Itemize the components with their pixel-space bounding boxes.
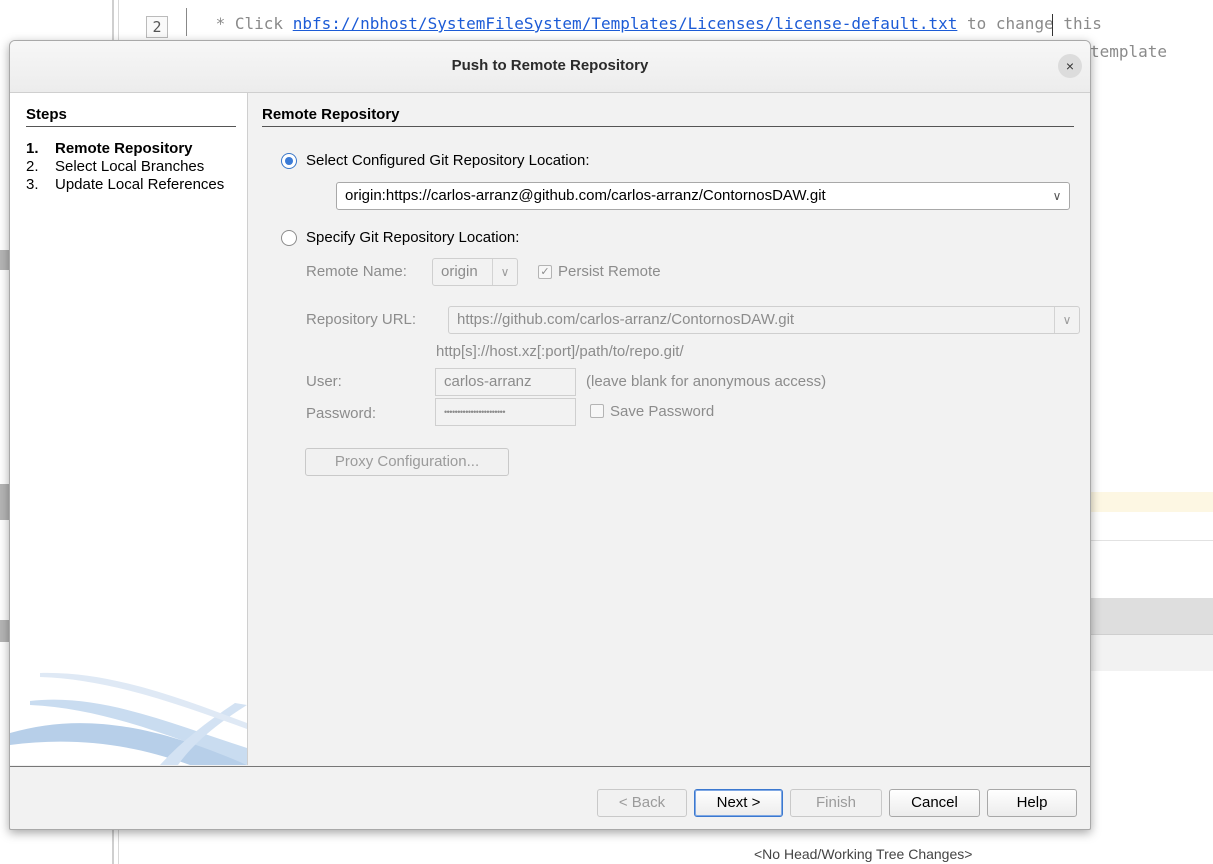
wizard-content: Remote Repository Select Configured Git …: [248, 93, 1090, 765]
back-button[interactable]: < Back: [597, 789, 687, 817]
step-item-select-local-branches: 2. Select Local Branches: [26, 158, 241, 175]
dialog-titlebar[interactable]: Push to Remote Repository ×: [10, 41, 1090, 93]
editor-caret: [1052, 14, 1053, 36]
repository-url-value: https://github.com/carlos-arranz/Contorn…: [457, 311, 795, 328]
section-title: Remote Repository: [262, 106, 400, 123]
editor-fold-guide: [186, 8, 187, 36]
chevron-down-icon[interactable]: ∨: [1054, 307, 1079, 333]
password-field[interactable]: •••••••••••••••••••••••: [435, 398, 576, 426]
step-number: 2.: [26, 158, 39, 175]
cancel-button[interactable]: Cancel: [889, 789, 980, 817]
next-button[interactable]: Next >: [694, 789, 783, 817]
repository-url-hint: http[s]://host.xz[:port]/path/to/repo.gi…: [436, 343, 684, 360]
help-button[interactable]: Help: [987, 789, 1077, 817]
step-item-update-local-references: 3. Update Local References: [26, 176, 241, 193]
remote-name-value: origin: [441, 263, 478, 280]
remote-name-select[interactable]: origin ∨: [432, 258, 518, 286]
editor-panel-body: [1090, 635, 1213, 671]
git-status-text: <No Head/Working Tree Changes>: [754, 846, 973, 862]
user-hint: (leave blank for anonymous access): [586, 373, 827, 390]
configured-location-radio[interactable]: [281, 153, 297, 169]
steps-list: 1. Remote Repository 2. Select Local Bra…: [26, 140, 241, 194]
password-label: Password:: [306, 405, 377, 422]
proxy-configuration-button[interactable]: Proxy Configuration...: [305, 448, 509, 476]
editor-separator: [1090, 540, 1213, 541]
dialog-title: Push to Remote Repository: [451, 57, 649, 74]
step-item-remote-repository: 1. Remote Repository: [26, 140, 241, 157]
editor-line-number: 2: [146, 16, 168, 38]
step-label: Update Local References: [55, 176, 225, 193]
persist-remote-label: Persist Remote: [558, 263, 661, 280]
editor-code-link[interactable]: nbfs://nbhost/SystemFileSystem/Templates…: [293, 14, 958, 33]
editor-code-suffix: to change this: [957, 14, 1102, 33]
repository-url-select[interactable]: https://github.com/carlos-arranz/Contorn…: [448, 306, 1080, 334]
step-number: 1.: [26, 140, 39, 157]
footer-divider: [10, 766, 1090, 767]
steps-title: Steps: [26, 106, 67, 123]
section-divider: [262, 126, 1074, 127]
step-label: Remote Repository: [55, 140, 193, 157]
editor-code-line: * Click nbfs://nbhost/SystemFileSystem/T…: [206, 14, 1102, 33]
editor-current-line-highlight: [1090, 492, 1213, 512]
close-icon[interactable]: ×: [1058, 54, 1082, 78]
repository-url-label: Repository URL:: [306, 311, 417, 328]
persist-remote-checkbox[interactable]: ✓: [538, 265, 552, 279]
step-number: 3.: [26, 176, 39, 193]
specify-location-radio[interactable]: [281, 230, 297, 246]
editor-panel-header: [1090, 598, 1213, 635]
configured-repository-value: origin:https://carlos-arranz@github.com/…: [345, 187, 826, 204]
push-to-remote-dialog: Push to Remote Repository × Steps 1. Rem…: [9, 40, 1091, 830]
save-password-checkbox[interactable]: [590, 404, 604, 418]
specify-location-label[interactable]: Specify Git Repository Location:: [306, 229, 519, 246]
save-password-label: Save Password: [610, 403, 715, 420]
finish-button[interactable]: Finish: [790, 789, 882, 817]
configured-location-label[interactable]: Select Configured Git Repository Locatio…: [306, 152, 589, 169]
steps-divider: [26, 126, 236, 127]
user-label: User:: [306, 373, 342, 390]
editor-code-line-2: template: [1090, 42, 1168, 61]
wizard-swoosh-decoration: [10, 672, 247, 765]
chevron-down-icon[interactable]: ∨: [1045, 183, 1069, 209]
steps-pane: Steps 1. Remote Repository 2. Select Loc…: [10, 93, 248, 765]
editor-code-prefix: * Click: [206, 14, 293, 33]
user-field[interactable]: carlos-arranz: [435, 368, 576, 396]
configured-repository-select[interactable]: origin:https://carlos-arranz@github.com/…: [336, 182, 1070, 210]
step-label: Select Local Branches: [55, 158, 205, 175]
remote-name-label: Remote Name:: [306, 263, 407, 280]
chevron-down-icon[interactable]: ∨: [492, 259, 517, 285]
